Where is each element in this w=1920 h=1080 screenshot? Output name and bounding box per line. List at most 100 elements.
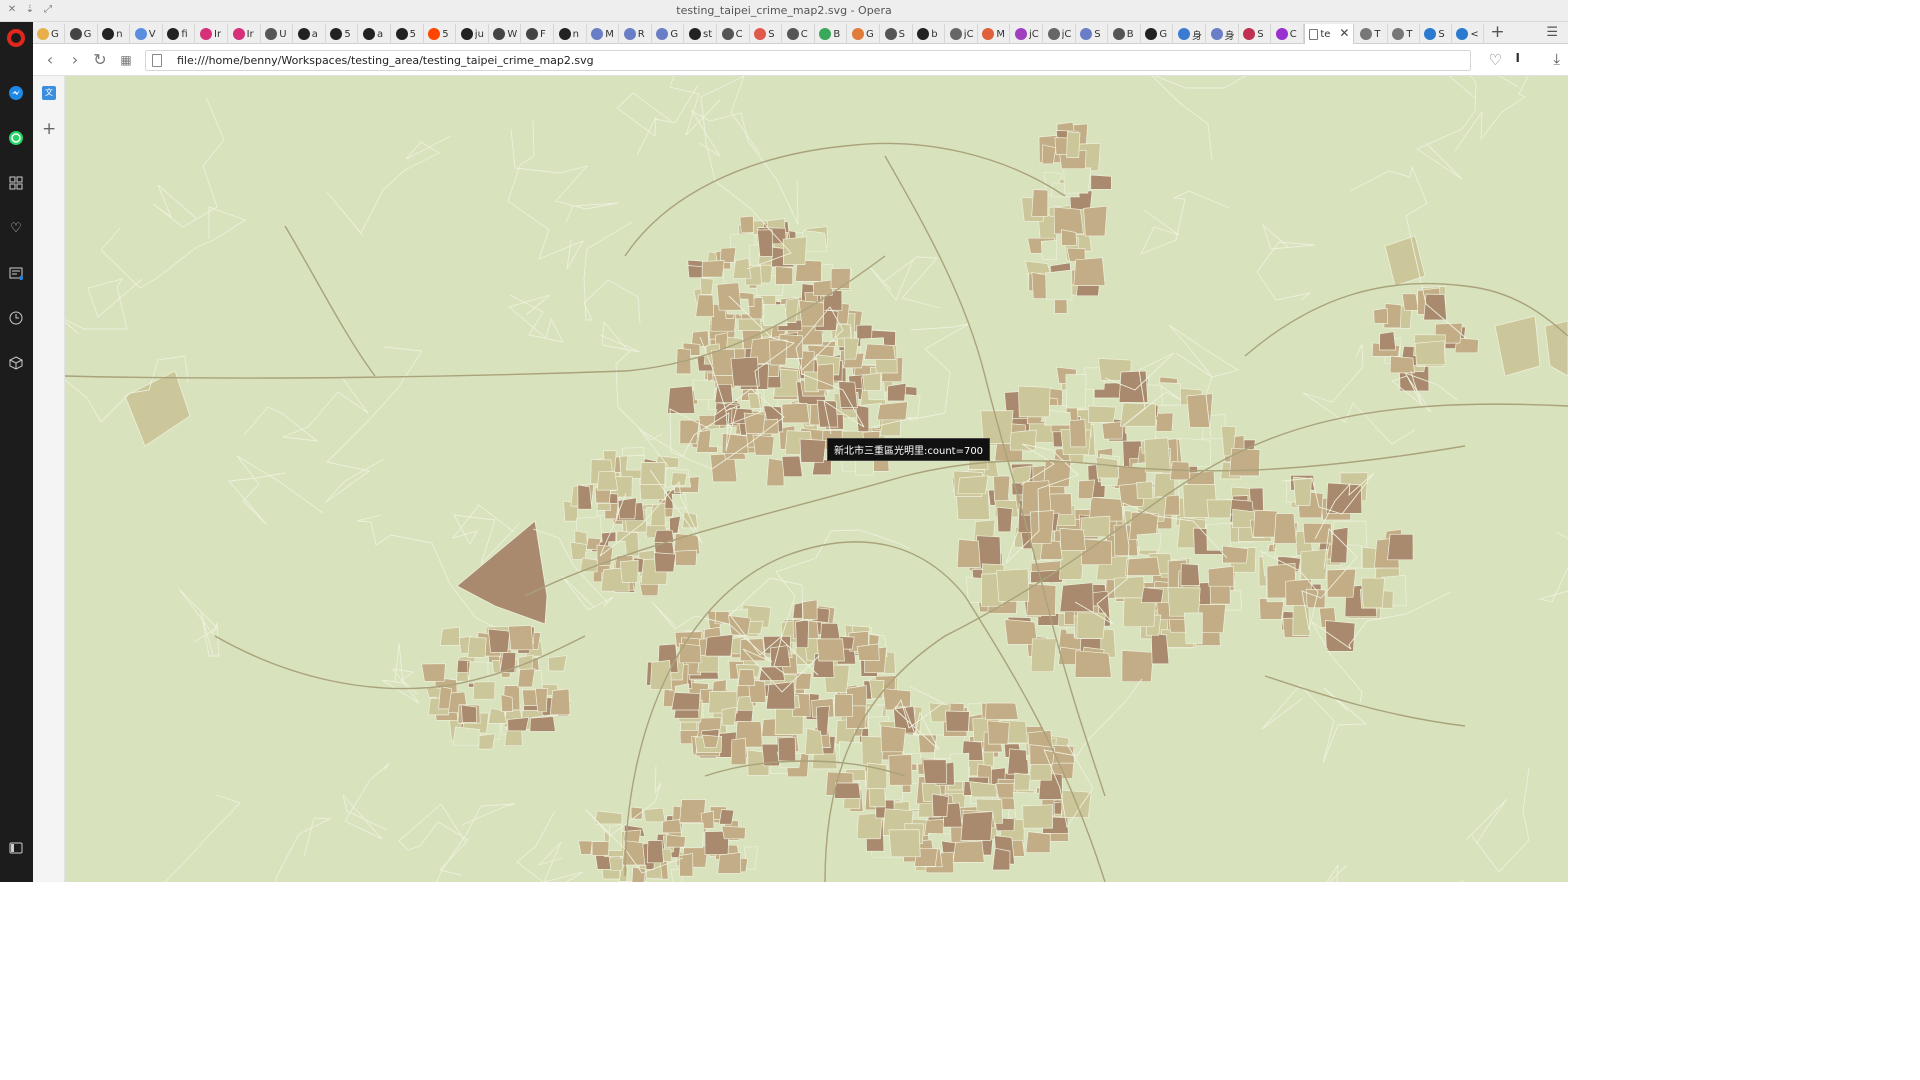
map-svg[interactable] (65, 76, 1568, 882)
tab-20[interactable]: st (685, 24, 717, 44)
add-panel-icon[interactable]: + (42, 121, 56, 138)
address-url[interactable]: file:///home/benny/Workspaces/testing_ar… (177, 54, 594, 67)
tab-13[interactable]: ju (457, 24, 489, 44)
address-bar[interactable]: file:///home/benny/Workspaces/testing_ar… (145, 50, 1471, 71)
tab-3[interactable]: V (131, 24, 163, 44)
district-6-58 (472, 681, 496, 700)
bookmarks-heart-icon[interactable]: ♡ (7, 219, 25, 237)
reload-button[interactable]: ↻ (91, 51, 109, 69)
tab-19[interactable]: G (652, 24, 685, 44)
district-7-45 (1360, 577, 1385, 609)
tab-grid-button[interactable]: ▦ (117, 51, 135, 69)
district-0-146 (862, 372, 882, 391)
tab-32[interactable]: S (1076, 24, 1109, 44)
tab-17[interactable]: M (587, 24, 620, 44)
tab-after-0[interactable]: T (1356, 24, 1389, 44)
tab-35[interactable]: 身 (1174, 24, 1206, 44)
download-icon[interactable]: ⤓ (1553, 50, 1560, 68)
tab-6[interactable]: Ir (229, 24, 261, 44)
tab-favicon (623, 28, 636, 40)
tab-favicon (1080, 28, 1093, 40)
tab-active[interactable]: te ✕ (1304, 24, 1355, 44)
district-6-13 (547, 655, 568, 672)
speed-dial-icon[interactable] (7, 174, 25, 192)
bookmark-heart-icon[interactable]: ♡ (1489, 51, 1502, 69)
tab-23[interactable]: C (783, 24, 815, 44)
tab-2[interactable]: n (98, 24, 131, 44)
window-title: testing_taipei_crime_map2.svg - Opera (676, 4, 892, 17)
tab-10[interactable]: a (359, 24, 391, 44)
tab-29[interactable]: M (978, 24, 1011, 44)
tab-label: G (866, 28, 874, 40)
tab-28[interactable]: jC (946, 24, 978, 44)
tab-favicon (297, 28, 310, 40)
translate-icon[interactable]: 文 (42, 86, 56, 100)
new-tab-button[interactable]: + (1490, 23, 1504, 41)
tab-0[interactable]: G (33, 24, 65, 44)
tab-8[interactable]: a (294, 24, 326, 44)
tab-after-1[interactable]: T (1388, 24, 1421, 44)
tab-after-2[interactable]: S (1420, 24, 1453, 44)
tab-after-3[interactable]: < (1452, 24, 1485, 44)
tab-15[interactable]: F (522, 24, 554, 44)
back-button[interactable]: ‹ (41, 51, 59, 69)
tab-7[interactable]: U (261, 24, 294, 44)
district-0-98 (766, 457, 785, 487)
tab-25[interactable]: G (848, 24, 880, 44)
district-2-70 (730, 737, 747, 766)
tab-11[interactable]: 5 (392, 24, 424, 44)
tab-18[interactable]: R (620, 24, 652, 44)
district-1-203 (1074, 650, 1112, 678)
district-10-19 (1373, 307, 1389, 324)
district-5-53 (775, 266, 794, 285)
district-9-44 (678, 853, 694, 877)
history-clock-icon[interactable] (7, 309, 25, 327)
tab-menu-icon[interactable]: ☰ (1546, 25, 1558, 40)
district-9-38 (646, 840, 664, 864)
tab-label: 5 (344, 28, 351, 40)
district-5-56 (798, 300, 825, 327)
tab-31[interactable]: jC (1044, 24, 1076, 44)
district-8-26 (1063, 167, 1092, 194)
tab-27[interactable]: b (913, 24, 946, 44)
tab-24[interactable]: B (815, 24, 848, 44)
tab-34[interactable]: G (1141, 24, 1174, 44)
tab-21[interactable]: C (718, 24, 750, 44)
news-icon[interactable] (7, 264, 25, 282)
tab-16[interactable]: n (555, 24, 587, 44)
district-0-158 (769, 339, 788, 366)
easy-setup-icon[interactable]: I (1516, 51, 1520, 65)
tab-4[interactable]: fi (163, 24, 196, 44)
forward-button[interactable]: › (66, 51, 84, 69)
district-4-54 (579, 557, 598, 573)
sidebar-toggle-icon[interactable] (7, 839, 25, 857)
extensions-cube-icon[interactable] (7, 354, 25, 372)
messenger-icon[interactable] (7, 84, 25, 102)
tab-label: T (1406, 28, 1413, 40)
district-1-120 (1008, 429, 1037, 451)
tab-36[interactable]: 身 (1207, 24, 1239, 44)
close-tab-icon[interactable]: ✕ (1339, 26, 1349, 40)
district-5-58 (812, 279, 834, 296)
tab-22[interactable]: S (750, 24, 783, 44)
tab-12[interactable]: 5 (424, 24, 457, 44)
tab-14[interactable]: W (489, 24, 522, 44)
tab-5[interactable]: Ir (196, 24, 228, 44)
tab-37[interactable]: S (1239, 24, 1272, 44)
tab-9[interactable]: 5 (326, 24, 359, 44)
district-0-123 (816, 399, 839, 428)
tab-38[interactable]: C (1272, 24, 1304, 44)
tab-label: fi (181, 28, 188, 40)
tab-33[interactable]: B (1109, 24, 1141, 44)
crime-map[interactable]: 新北市三重區光明里:count=700 (65, 76, 1568, 882)
district-4-49 (674, 549, 698, 566)
tab-30[interactable]: jC (1011, 24, 1043, 44)
district-1-194 (1180, 563, 1201, 586)
district-10-17 (1423, 293, 1447, 321)
tab-1[interactable]: G (66, 24, 98, 44)
whatsapp-icon[interactable] (7, 129, 25, 147)
tab-label: jC (1061, 28, 1072, 40)
district-9-35 (718, 809, 735, 825)
opera-logo-icon[interactable] (7, 29, 25, 47)
tab-26[interactable]: S (881, 24, 913, 44)
